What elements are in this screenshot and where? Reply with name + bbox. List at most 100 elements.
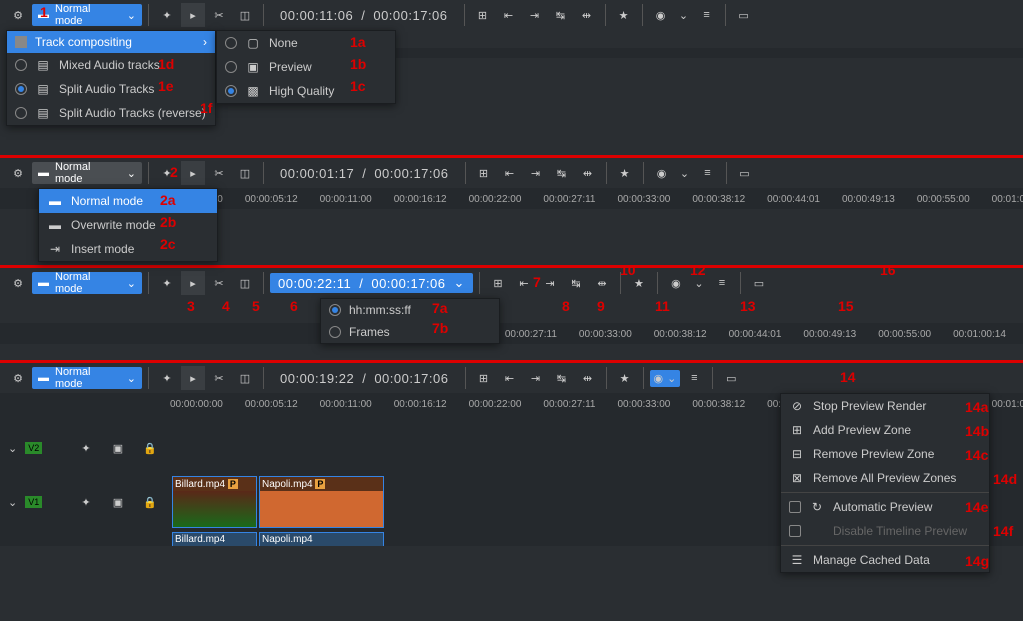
zone-out-icon[interactable]: ⇥ [524, 366, 548, 390]
zone-in-icon[interactable]: ⇤ [497, 3, 521, 27]
split-audio-reverse-item[interactable]: ▤ Split Audio Tracks (reverse) [7, 101, 215, 125]
settings-icon[interactable]: ⚙ [6, 366, 30, 390]
cursor-icon[interactable]: ▸ [181, 366, 205, 390]
zone-in-icon[interactable]: ⇤ [512, 271, 536, 295]
track-header-v1[interactable]: ⌄ V1 ✦ ▣ 🔒 [0, 474, 170, 530]
cursor-icon[interactable]: ▸ [181, 3, 205, 27]
spacer-tool-icon[interactable]: ◫ [233, 3, 257, 27]
clip-billard-audio[interactable]: Billard.mp4 [172, 532, 257, 546]
spacer-tool-icon[interactable]: ◫ [233, 161, 257, 185]
zone2-icon[interactable]: ⇹ [590, 271, 614, 295]
favorite-icon[interactable]: ★ [627, 271, 651, 295]
scissors-icon[interactable]: ✂ [207, 161, 231, 185]
magic-wand-icon[interactable]: ✦ [155, 366, 179, 390]
stop-preview-render[interactable]: ⊘ Stop Preview Render [781, 394, 989, 418]
manage-cached-data[interactable]: ☰ Manage Cached Data [781, 548, 989, 572]
mixer-icon[interactable]: ≡ [695, 3, 719, 27]
spacer-tool-icon[interactable]: ◫ [233, 366, 257, 390]
split-audio-item[interactable]: ▤ Split Audio Tracks [7, 77, 215, 101]
compositing-hq[interactable]: ▩ High Quality [217, 79, 395, 103]
zone-out-icon[interactable]: ⇥ [524, 161, 548, 185]
settings-icon[interactable]: ⚙ [6, 271, 30, 295]
preview-menu-chevron[interactable]: ⌄ [675, 9, 693, 22]
compositing-preview[interactable]: ▣ Preview [217, 55, 395, 79]
zone2-icon[interactable]: ⇹ [575, 3, 599, 27]
mute-icon[interactable]: ▣ [106, 490, 130, 514]
normal-mode-button[interactable]: ▬ Normal mode ⌄ [32, 272, 142, 294]
track-header-audio[interactable] [0, 530, 170, 546]
timecode-display[interactable]: 00:00:19:22 / 00:00:17:06 [270, 371, 459, 386]
mixer-icon[interactable]: ≡ [682, 366, 706, 390]
grid-icon[interactable]: ⊞ [471, 3, 495, 27]
magic-wand-icon[interactable]: ✦ [155, 161, 179, 185]
remove-all-preview-zones[interactable]: ⊠ Remove All Preview Zones [781, 466, 989, 490]
cursor-icon[interactable]: ▸ [181, 161, 205, 185]
timecode-dropdown[interactable]: 00:00:22:11 / 00:00:17:06 ⌄ [270, 273, 473, 293]
remove-preview-zone[interactable]: ⊟ Remove Preview Zone [781, 442, 989, 466]
preview-menu-chevron[interactable]: ⌄ [676, 167, 694, 180]
subtitle-icon[interactable]: ▭ [747, 271, 771, 295]
magic-wand-icon[interactable]: ✦ [155, 271, 179, 295]
preview-render-icon[interactable]: ◉ [649, 3, 673, 27]
favorite-icon[interactable]: ★ [613, 366, 637, 390]
zone-out-icon[interactable]: ⇥ [523, 3, 547, 27]
cursor-icon[interactable]: ▸ [181, 271, 205, 295]
track-header-v2[interactable]: ⌄ V2 ✦ ▣ 🔒 [0, 422, 170, 474]
settings-icon[interactable]: ⚙ [6, 161, 30, 185]
track-compositing-item[interactable]: Track compositing › [7, 31, 215, 53]
lock-icon[interactable]: 🔒 [138, 436, 162, 460]
mode-overwrite[interactable]: ▬ Overwrite mode [39, 213, 217, 237]
effects-icon[interactable]: ✦ [74, 490, 98, 514]
preview-menu-chevron[interactable]: ⌄ [690, 277, 708, 290]
compositing-none[interactable]: ▢ None [217, 31, 395, 55]
mixed-audio-item[interactable]: ▤ Mixed Audio tracks [7, 53, 215, 77]
timecode-display[interactable]: 00:00:01:17 / 00:00:17:06 [270, 166, 459, 181]
collapse-icon[interactable]: ⌄ [8, 442, 17, 455]
format-hhmmssff[interactable]: hh:mm:ss:ff [321, 299, 499, 321]
clip-billard[interactable]: Billard.mp4 P [172, 476, 257, 528]
grid-icon[interactable]: ⊞ [472, 161, 496, 185]
mode-insert[interactable]: ⇥ Insert mode [39, 237, 217, 261]
mixer-icon[interactable]: ≡ [710, 271, 734, 295]
lock-icon[interactable]: 🔒 [138, 490, 162, 514]
scissors-icon[interactable]: ✂ [207, 271, 231, 295]
normal-mode-button-open[interactable]: ▬ Normal mode ⌄ [32, 162, 142, 184]
mode-normal[interactable]: ▬ Normal mode [39, 189, 217, 213]
mute-icon[interactable]: ▣ [106, 436, 130, 460]
preview-render-button-active[interactable]: ◉ ⌄ [650, 370, 681, 387]
zone-icon[interactable]: ↹ [564, 271, 588, 295]
grid-icon[interactable]: ⊞ [472, 366, 496, 390]
favorite-icon[interactable]: ★ [612, 3, 636, 27]
normal-mode-button[interactable]: ▬ Normal mode ⌄ [32, 367, 142, 389]
settings-icon[interactable]: ⚙ [6, 3, 30, 27]
subtitle-icon[interactable]: ▭ [732, 3, 756, 27]
preview-render-icon[interactable]: ◉ [664, 271, 688, 295]
mixer-icon[interactable]: ≡ [696, 161, 720, 185]
zone2-icon[interactable]: ⇹ [576, 161, 600, 185]
zone-icon[interactable]: ↹ [550, 161, 574, 185]
spacer-tool-icon[interactable]: ◫ [233, 271, 257, 295]
collapse-icon[interactable]: ⌄ [8, 496, 17, 509]
magic-wand-icon[interactable]: ✦ [155, 3, 179, 27]
format-frames[interactable]: Frames [321, 321, 499, 343]
subtitle-icon[interactable]: ▭ [719, 366, 743, 390]
timeline-ruler[interactable]: 00:00:22:0000:00:27:1100:00:33:0000:00:3… [0, 323, 1023, 344]
zone-icon[interactable]: ↹ [549, 3, 573, 27]
scissors-icon[interactable]: ✂ [207, 366, 231, 390]
zone-in-icon[interactable]: ⇤ [498, 161, 522, 185]
preview-render-icon[interactable]: ◉ [650, 161, 674, 185]
automatic-preview[interactable]: ↻ Automatic Preview [781, 495, 989, 519]
grid-icon[interactable]: ⊞ [486, 271, 510, 295]
favorite-icon[interactable]: ★ [613, 161, 637, 185]
clip-napoli-audio[interactable]: Napoli.mp4 [259, 532, 384, 546]
zone-out-icon[interactable]: ⇥ [538, 271, 562, 295]
clip-napoli[interactable]: Napoli.mp4 P [259, 476, 384, 528]
zone-icon[interactable]: ↹ [550, 366, 574, 390]
subtitle-icon[interactable]: ▭ [733, 161, 757, 185]
normal-mode-button[interactable]: ▬ Normal mode ⌄ [32, 4, 142, 26]
zone-in-icon[interactable]: ⇤ [498, 366, 522, 390]
effects-icon[interactable]: ✦ [74, 436, 98, 460]
zone2-icon[interactable]: ⇹ [576, 366, 600, 390]
add-preview-zone[interactable]: ⊞ Add Preview Zone [781, 418, 989, 442]
timecode-display[interactable]: 00:00:11:06 / 00:00:17:06 [270, 8, 458, 23]
